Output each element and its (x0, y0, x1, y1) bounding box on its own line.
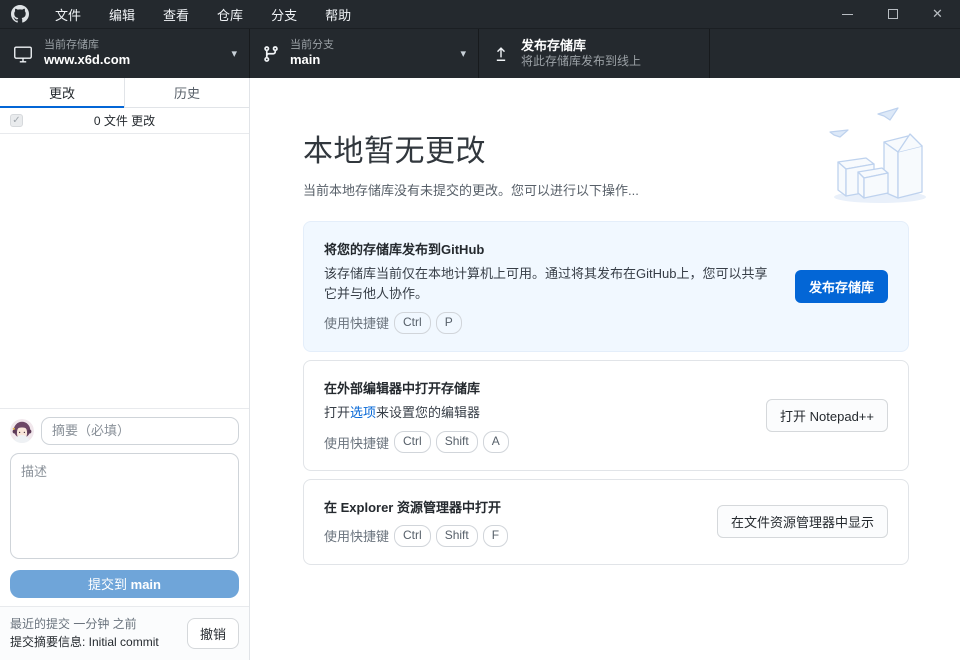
card-editor-body: 打开选项来设置您的编辑器 (324, 403, 746, 423)
recent-commit-message: 提交摘要信息: Initial commit (10, 633, 187, 652)
branch-icon (262, 45, 280, 63)
maximize-button[interactable] (870, 0, 915, 28)
shortcut-label: 使用快捷键 (324, 313, 389, 332)
chevron-down-icon: ▾ (223, 47, 237, 60)
commit-summary-row (10, 417, 239, 445)
card-explorer-shortcut: 使用快捷键 Ctrl Shift F (324, 525, 697, 547)
github-logo-icon (11, 5, 29, 23)
branch-name: main (290, 52, 334, 68)
toolbar: 当前存储库 www.x6d.com ▾ 当前分支 main ▾ 发布存储库 将此… (0, 28, 960, 78)
card-editor-action: 打开 Notepad++ (766, 399, 888, 432)
card-editor-shortcut: 使用快捷键 Ctrl Shift A (324, 431, 746, 453)
select-all-checkbox[interactable]: ✓ (10, 114, 23, 127)
menu-file[interactable]: 文件 (41, 0, 95, 28)
minimize-button[interactable] (825, 0, 870, 28)
main-panel: 本地暂无更改 当前本地存储库没有未提交的更改。您可以进行以下操作... 将您的存… (250, 78, 960, 660)
publish-repository-card-button[interactable]: 发布存储库 (795, 270, 888, 303)
kbd-shift: Shift (436, 525, 478, 547)
card-publish-shortcut: 使用快捷键 Ctrl P (324, 312, 775, 334)
publish-text: 发布存储库 将此存储库发布到线上 (521, 38, 641, 69)
kbd-f: F (483, 525, 508, 547)
empty-state-illustration (818, 106, 936, 209)
card-publish-title: 将您的存储库发布到GitHub (324, 239, 775, 258)
editor-body-prefix: 打开 (324, 405, 350, 420)
kbd-ctrl: Ctrl (394, 312, 431, 334)
card-publish-body: 该存储库当前仅在本地计算机上可用。通过将其发布在GitHub上，您可以共享它并与… (324, 264, 775, 303)
chevron-down-icon: ▾ (452, 47, 466, 60)
close-button[interactable]: ✕ (915, 0, 960, 28)
recent-commit-info: 最近的提交 一分钟 之前 提交摘要信息: Initial commit (10, 615, 187, 652)
minimize-icon (842, 14, 853, 15)
card-explorer-action: 在文件资源管理器中显示 (717, 505, 888, 538)
window-controls: ✕ (825, 0, 960, 28)
kbd-a: A (483, 431, 509, 453)
commit-description-input[interactable] (10, 453, 239, 559)
repository-label: 当前存储库 (44, 39, 130, 53)
branch-text: 当前分支 main (290, 39, 334, 69)
kbd-p: P (436, 312, 462, 334)
card-publish-action: 发布存储库 (795, 270, 888, 303)
sidebar: 更改 历史 ✓ 0 文件 更改 (0, 78, 250, 660)
upload-icon (491, 44, 511, 64)
menu-help[interactable]: 帮助 (311, 0, 365, 28)
titlebar: 文件 编辑 查看 仓库 分支 帮助 ✕ (0, 0, 960, 28)
publish-title: 发布存储库 (521, 38, 641, 54)
card-publish-to-github: 将您的存储库发布到GitHub 该存储库当前仅在本地计算机上可用。通过将其发布在… (303, 221, 909, 352)
tab-history[interactable]: 历史 (124, 78, 249, 107)
card-explorer-content: 在 Explorer 资源管理器中打开 使用快捷键 Ctrl Shift F (324, 497, 697, 547)
undo-button[interactable]: 撤销 (187, 618, 239, 649)
current-repository-dropdown[interactable]: 当前存储库 www.x6d.com ▾ (0, 29, 250, 78)
user-avatar (10, 419, 34, 443)
recent-commit-bar: 最近的提交 一分钟 之前 提交摘要信息: Initial commit 撤销 (0, 606, 249, 660)
card-editor-content: 在外部编辑器中打开存储库 打开选项来设置您的编辑器 使用快捷键 Ctrl Shi… (324, 378, 746, 453)
publish-subtitle: 将此存储库发布到线上 (521, 54, 641, 69)
kbd-ctrl: Ctrl (394, 525, 431, 547)
show-in-explorer-button[interactable]: 在文件资源管理器中显示 (717, 505, 888, 538)
recent-commit-message-label: 提交摘要信息: (10, 635, 85, 649)
close-icon: ✕ (932, 6, 943, 22)
changes-list-empty-area (0, 134, 249, 408)
shortcut-label: 使用快捷键 (324, 433, 389, 452)
commit-form: 提交到 main (0, 408, 249, 598)
files-changed-label: 0 文件 更改 (0, 112, 249, 129)
menubar: 文件 编辑 查看 仓库 分支 帮助 (41, 0, 365, 28)
tab-changes[interactable]: 更改 (0, 78, 124, 107)
open-notepad-button[interactable]: 打开 Notepad++ (766, 399, 888, 432)
kbd-shift: Shift (436, 431, 478, 453)
menu-view[interactable]: 查看 (149, 0, 203, 28)
repository-name: www.x6d.com (44, 52, 130, 68)
commit-button-branch: main (131, 577, 161, 592)
card-publish-content: 将您的存储库发布到GitHub 该存储库当前仅在本地计算机上可用。通过将其发布在… (324, 239, 775, 334)
kbd-ctrl: Ctrl (394, 431, 431, 453)
sidebar-tabs: 更改 历史 (0, 78, 249, 108)
branch-label: 当前分支 (290, 39, 334, 53)
content: 更改 历史 ✓ 0 文件 更改 (0, 78, 960, 660)
maximize-icon (888, 9, 898, 19)
card-editor-title: 在外部编辑器中打开存储库 (324, 378, 746, 397)
commit-summary-input[interactable] (41, 417, 239, 445)
files-changed-row: ✓ 0 文件 更改 (0, 108, 249, 134)
options-link[interactable]: 选项 (350, 405, 376, 420)
github-desktop-window: 文件 编辑 查看 仓库 分支 帮助 ✕ 当前存储库 www.x6d.com ▾ (0, 0, 960, 660)
repository-text: 当前存储库 www.x6d.com (44, 39, 130, 69)
suggested-actions: 将您的存储库发布到GitHub 该存储库当前仅在本地计算机上可用。通过将其发布在… (303, 221, 909, 565)
current-branch-dropdown[interactable]: 当前分支 main ▾ (250, 29, 479, 78)
recent-commit-message-text: Initial commit (85, 635, 158, 649)
commit-button[interactable]: 提交到 main (10, 570, 239, 598)
shortcut-label: 使用快捷键 (324, 526, 389, 545)
menu-repository[interactable]: 仓库 (203, 0, 257, 28)
card-explorer-title: 在 Explorer 资源管理器中打开 (324, 497, 697, 516)
publish-repository-button[interactable]: 发布存储库 将此存储库发布到线上 (479, 29, 710, 78)
editor-body-suffix: 来设置您的编辑器 (376, 405, 480, 420)
menu-branch[interactable]: 分支 (257, 0, 311, 28)
menu-edit[interactable]: 编辑 (95, 0, 149, 28)
repository-icon (12, 43, 34, 65)
recent-commit-time: 最近的提交 一分钟 之前 (10, 615, 187, 634)
card-open-in-explorer: 在 Explorer 资源管理器中打开 使用快捷键 Ctrl Shift F 在… (303, 479, 909, 565)
commit-button-prefix: 提交到 (88, 577, 131, 592)
card-open-in-editor: 在外部编辑器中打开存储库 打开选项来设置您的编辑器 使用快捷键 Ctrl Shi… (303, 360, 909, 471)
